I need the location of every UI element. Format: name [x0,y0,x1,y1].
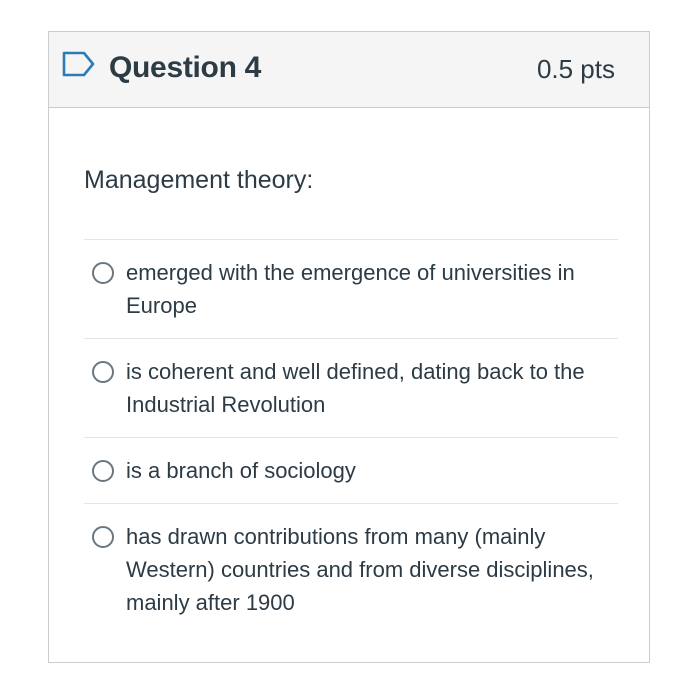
answer-label[interactable]: emerged with the emergence of universiti… [126,256,616,322]
flag-question-icon[interactable] [62,51,96,77]
radio-button[interactable] [92,460,114,482]
answer-option[interactable]: has drawn contributions from many (mainl… [84,504,618,635]
answer-option[interactable]: is a branch of sociology [84,438,618,504]
question-body: Management theory: emerged with the emer… [84,165,618,635]
question-title: Question 4 [109,51,262,84]
answer-list: emerged with the emergence of universiti… [84,239,618,635]
radio-button[interactable] [92,361,114,383]
question-points: 0.5 pts [536,54,615,84]
radio-button[interactable] [92,526,114,548]
question-prompt: Management theory: [84,166,314,194]
answer-label[interactable]: has drawn contributions from many (mainl… [126,520,616,619]
answer-label[interactable]: is a branch of sociology [126,454,616,487]
radio-button[interactable] [92,262,114,284]
answer-option[interactable]: emerged with the emergence of universiti… [84,240,618,339]
answer-option[interactable]: is coherent and well defined, dating bac… [84,339,618,438]
answer-label[interactable]: is coherent and well defined, dating bac… [126,355,616,421]
question-header: Question 4 0.5 pts [49,32,649,108]
question-card: Question 4 0.5 pts Management theory: em… [48,31,650,663]
